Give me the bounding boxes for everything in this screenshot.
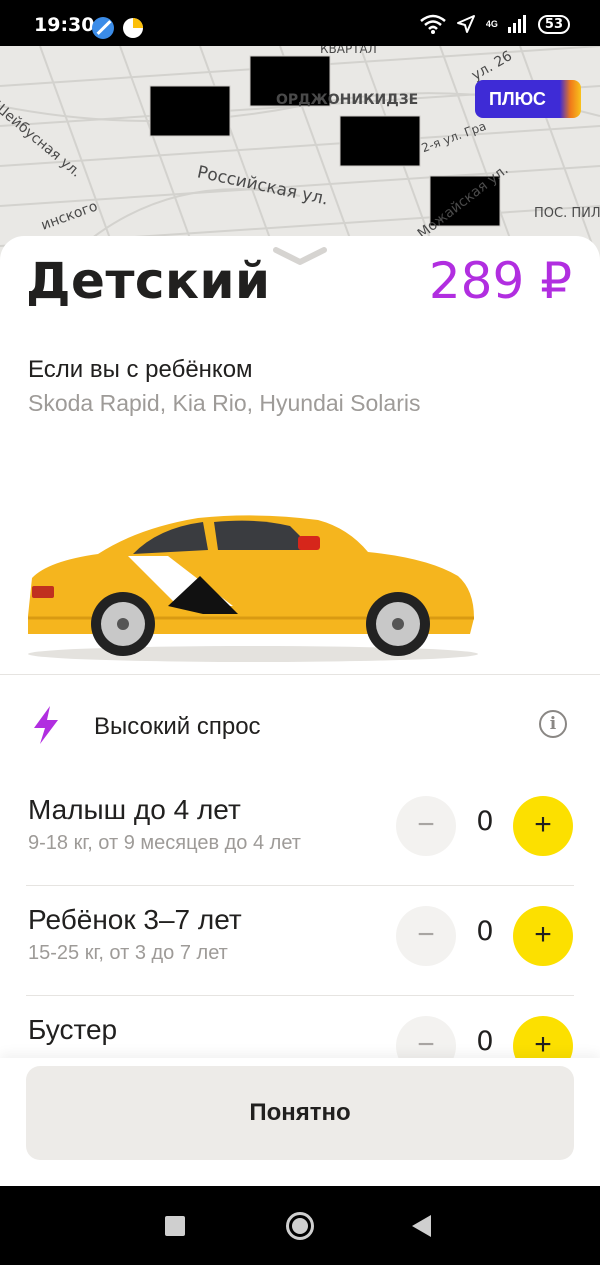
decrement-button[interactable]: −: [396, 796, 456, 856]
status-bar: 19:30 4G 53: [0, 0, 600, 46]
app-icon-blue: [92, 17, 114, 39]
increment-button[interactable]: +: [513, 906, 573, 966]
status-time: 19:30: [34, 14, 95, 36]
map[interactable]: ОРДЖОНИКИДЗЕ Российская ул. Можайская ул…: [0, 46, 600, 266]
seat-count: 0: [476, 806, 494, 837]
map-streets: [0, 46, 600, 266]
back-button[interactable]: [412, 1215, 431, 1237]
map-label: КВАРТАЛ: [320, 46, 377, 56]
tariff-price: 289 ₽: [428, 252, 572, 310]
seat-count: 0: [476, 916, 494, 947]
child-seat-row: Малыш до 4 лет 9-18 кг, от 9 месяцев до …: [0, 776, 600, 886]
wifi-icon: [420, 14, 446, 34]
network-type: 4G: [485, 19, 498, 29]
child-seat-description: 9-18 кг, от 9 месяцев до 4 лет: [28, 832, 301, 854]
high-demand-row: Высокий спрос i: [0, 691, 600, 761]
map-label: ОРДЖОНИКИДЗЕ: [276, 92, 419, 108]
app-icon-yellow: [123, 18, 143, 38]
divider: [0, 674, 600, 675]
decrement-button[interactable]: −: [396, 906, 456, 966]
tariff-sheet: Детский 289 ₽ Если вы с ребёнком Skoda R…: [0, 236, 600, 1186]
plus-badge[interactable]: ПЛЮС: [475, 80, 581, 118]
taxi-car-image: [28, 515, 478, 662]
child-seat-description: 15-25 кг, от 3 до 7 лет: [28, 942, 228, 964]
status-indicators: 4G 53: [420, 14, 570, 34]
bottom-action-panel: Понятно: [0, 1058, 600, 1186]
lightning-icon: [34, 706, 58, 744]
signal-icon: [507, 15, 526, 33]
home-button[interactable]: [286, 1212, 314, 1240]
info-icon[interactable]: i: [539, 710, 567, 738]
chevron-down-icon[interactable]: [272, 246, 328, 266]
system-navigation-bar: [0, 1186, 600, 1265]
tariff-car-models: Skoda Rapid, Kia Rio, Hyundai Solaris: [28, 390, 421, 416]
tariff-name: Детский: [26, 252, 271, 310]
high-demand-label: Высокий спрос: [94, 713, 261, 740]
increment-button[interactable]: +: [513, 796, 573, 856]
child-seat-title: Малыш до 4 лет: [28, 794, 241, 825]
seat-count: 0: [476, 1026, 494, 1057]
battery-icon: 53: [537, 14, 570, 34]
child-seat-title: Бустер: [28, 1014, 118, 1045]
map-label: ПОС. ПИЛ: [534, 206, 600, 221]
confirm-button[interactable]: Понятно: [26, 1066, 574, 1160]
location-arrow-icon: [456, 15, 475, 33]
recents-button[interactable]: [165, 1216, 185, 1236]
child-seat-title: Ребёнок 3–7 лет: [28, 904, 242, 935]
tariff-subtitle: Если вы с ребёнком: [28, 356, 253, 383]
child-seat-row: Ребёнок 3–7 лет 15-25 кг, от 3 до 7 лет …: [0, 886, 600, 996]
